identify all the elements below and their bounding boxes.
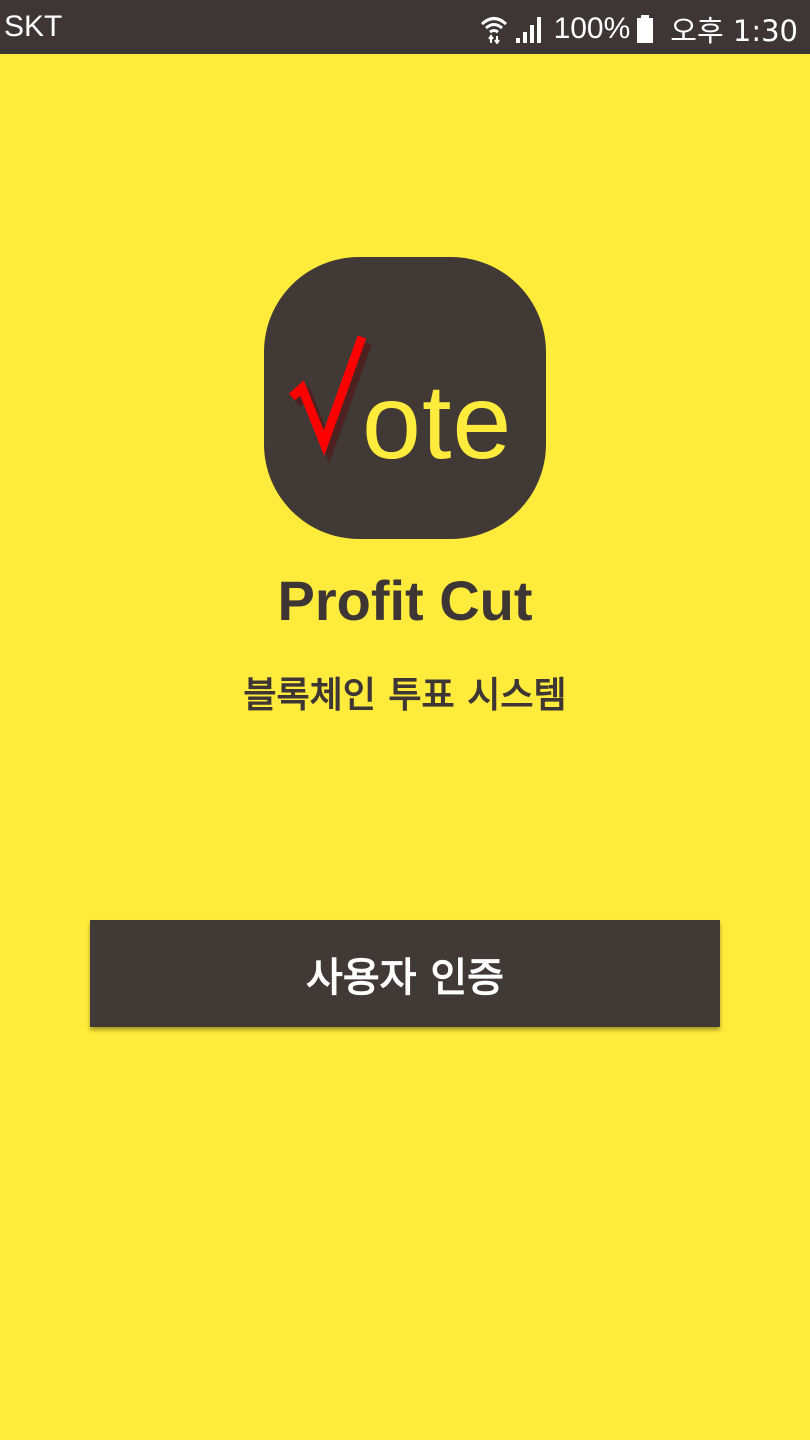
- wifi-icon: [480, 14, 508, 44]
- carrier-name: SKT: [4, 10, 63, 43]
- app-name: Profit Cut: [277, 569, 533, 632]
- user-auth-button[interactable]: 사용자 인증: [90, 920, 720, 1027]
- status-icons: 100% 오후 1:30: [480, 8, 798, 50]
- app-subtitle: 블록체인 투표 시스템: [243, 675, 567, 716]
- app-logo: ote: [264, 257, 546, 539]
- status-bar: SKT 100% 오후 1:30: [0, 0, 810, 54]
- signal-icon: [514, 14, 544, 44]
- battery-icon: [636, 14, 654, 44]
- battery-percent: 100%: [553, 12, 631, 45]
- logo-word: ote: [362, 363, 513, 481]
- clock: 오후 1:30: [670, 14, 798, 48]
